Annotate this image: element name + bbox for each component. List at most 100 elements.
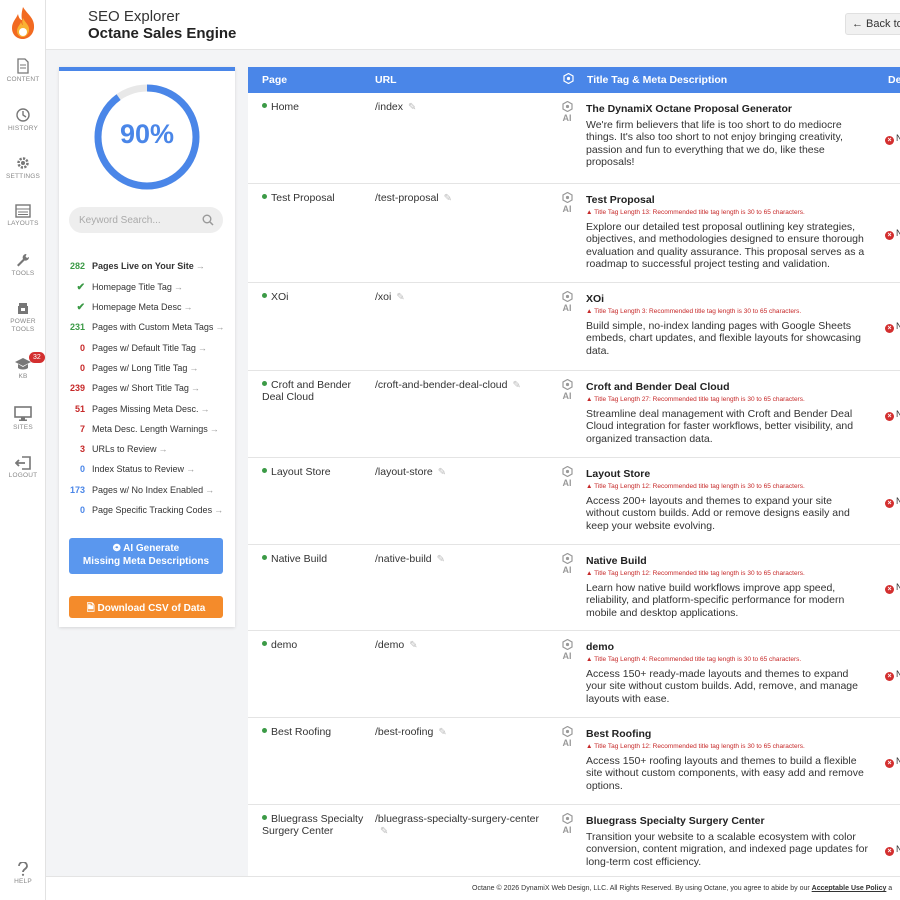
pencil-icon[interactable]: ✎ [409,640,417,651]
stat-row[interactable]: 282 Pages Live on Your Site → [59,261,235,279]
column-header-url[interactable]: URL [375,74,397,86]
table-row[interactable]: Native Build/native-build ✎ AI Native Build… [248,545,900,631]
table-row[interactable]: demo/demo ✎ AI demo ▲ Title Tag Length 4: Re… [248,631,900,718]
index-status-cell[interactable]: × N [885,321,900,333]
ai-generate-cell[interactable]: AI [557,553,577,575]
url-cell[interactable]: /test-proposal ✎ [375,192,551,205]
url-cell[interactable]: /bluegrass-specialty-surgery-center ✎ [375,813,551,838]
pencil-icon[interactable]: ✎ [444,193,452,204]
download-csv-button[interactable]: 🗎 Download CSV of Data [69,596,223,618]
table-row[interactable]: Best Roofing/best-roofing ✎ AI Best Roofing… [248,718,900,805]
stat-row[interactable]: 231 Pages with Custom Meta Tags → [59,322,235,340]
page-name-cell[interactable]: Best Roofing [262,726,374,738]
table-row[interactable]: Bluegrass Specialty Surgery Center/blueg… [248,805,900,876]
stat-row[interactable]: 51 Pages Missing Meta Desc. → [59,404,235,422]
column-header-status[interactable]: De [888,74,900,86]
url-cell[interactable]: /best-roofing ✎ [375,726,551,739]
pencil-icon[interactable]: ✎ [438,727,446,738]
rail-item-content[interactable]: CONTENT [0,58,46,84]
rail-item-help[interactable]: HELP [0,862,46,886]
stat-row[interactable]: 0 Pages w/ Long Title Tag → [59,363,235,381]
ai-generate-cell[interactable]: AI [557,466,577,488]
table-row[interactable]: Croft and Bender Deal Cloud/croft-and-be… [248,371,900,458]
rail-item-sites[interactable]: SITES [0,406,46,432]
url-cell[interactable]: /native-build ✎ [375,553,551,566]
url-cell[interactable]: /xoi ✎ [375,291,551,304]
column-header-meta[interactable]: Title Tag & Meta Description [587,74,727,86]
rail-item-history[interactable]: HISTORY [0,107,46,133]
page-name-cell[interactable]: XOi [262,291,374,303]
meta-cell[interactable]: Croft and Bender Deal Cloud ▲ Title Tag L… [586,381,868,445]
table-row[interactable]: Home/index ✎ AI The DynamiX Octane Proposal… [248,93,900,184]
meta-cell[interactable]: Bluegrass Specialty Surgery Center Transi… [586,815,868,868]
ai-generate-button[interactable]: ⭗ AI Generate Missing Meta Descriptions [69,538,223,574]
back-button[interactable]: ← Back to [845,13,900,35]
stat-row[interactable]: ✔ Homepage Title Tag → [59,282,235,300]
ai-generate-cell[interactable]: AI [557,192,577,214]
page-name-cell[interactable]: Native Build [262,553,374,565]
ai-generate-cell[interactable]: AI [557,726,577,748]
stat-row[interactable]: 0 Pages w/ Default Title Tag → [59,343,235,361]
index-status: N [896,756,900,766]
rail-item-logout[interactable]: LOGOUT [0,456,46,480]
page-name-cell[interactable]: Home [262,101,374,113]
acceptable-use-policy-link[interactable]: Acceptable Use Policy [812,885,887,892]
page-name-cell[interactable]: Croft and Bender Deal Cloud [262,379,374,403]
rail-item-layouts[interactable]: LAYOUTS [0,204,46,228]
index-status-cell[interactable]: × N [885,669,900,681]
table-row[interactable]: XOi/xoi ✎ AI XOi ▲ Title Tag Length 3: Recom… [248,283,900,371]
url-cell[interactable]: /layout-store ✎ [375,466,551,479]
index-status-cell[interactable]: × N [885,496,900,508]
stat-row[interactable]: 239 Pages w/ Short Title Tag → [59,383,235,401]
stat-row[interactable]: 173 Pages w/ No Index Enabled → [59,485,235,503]
url-cell[interactable]: /demo ✎ [375,639,551,652]
stat-row[interactable]: 0 Index Status to Review → [59,464,235,482]
rail-item-kb[interactable]: 32 KB [0,352,46,381]
stat-row[interactable]: 3 URLs to Review → [59,444,235,462]
table-row[interactable]: Test Proposal/test-proposal ✎ AI Test Propo… [248,184,900,283]
rail-item-power-tools[interactable]: POWER TOOLS [0,300,46,334]
pencil-icon[interactable]: ✎ [396,292,404,303]
stat-row[interactable]: 7 Meta Desc. Length Warnings → [59,424,235,442]
ai-generate-cell[interactable]: AI [557,639,577,661]
meta-cell[interactable]: Native Build ▲ Title Tag Length 12: Recom… [586,555,868,619]
ai-generate-cell[interactable]: AI [557,101,577,123]
title-tag: demo [586,641,615,653]
pencil-icon[interactable]: ✎ [437,554,445,565]
url-cell[interactable]: /index ✎ [375,101,551,114]
page-name-cell[interactable]: Layout Store [262,466,374,478]
pencil-icon[interactable]: ✎ [380,826,388,837]
table-row[interactable]: Layout Store/layout-store ✎ AI Layout Store… [248,458,900,545]
index-status-cell[interactable]: × N [885,133,900,145]
meta-cell[interactable]: The DynamiX Octane Proposal Generator We'… [586,103,868,168]
meta-cell[interactable]: Test Proposal ▲ Title Tag Length 13: Reco… [586,194,868,270]
index-status-cell[interactable]: × N [885,228,900,240]
title-length-warning: ▲ Title Tag Length 12: Recommended title… [586,570,805,577]
page-name-cell[interactable]: Test Proposal [262,192,374,204]
column-header-page[interactable]: Page [262,74,287,86]
ai-generate-cell[interactable]: AI [557,291,577,313]
index-status-cell[interactable]: × N [885,582,900,594]
rail-item-tools[interactable]: TOOLS [0,252,46,278]
index-status-cell[interactable]: × N [885,756,900,768]
stat-row[interactable]: ✔ Homepage Meta Desc → [59,302,235,320]
ai-generate-cell[interactable]: AI [557,813,577,835]
meta-cell[interactable]: XOi ▲ Title Tag Length 3: Recommended tit… [586,293,868,357]
page-name-cell[interactable]: demo [262,639,374,651]
rail-item-settings[interactable]: SETTINGS [0,155,46,181]
keyword-search-input[interactable] [69,207,189,233]
index-status-cell[interactable]: × N [885,844,900,856]
index-status-cell[interactable]: × N [885,409,900,421]
search-icon[interactable] [202,214,214,226]
meta-cell[interactable]: Layout Store ▲ Title Tag Length 12: Recom… [586,468,868,532]
page-name-cell[interactable]: Bluegrass Specialty Surgery Center [262,813,374,837]
pencil-icon[interactable]: ✎ [438,467,446,478]
meta-cell[interactable]: Best Roofing ▲ Title Tag Length 12: Recom… [586,728,868,792]
ai-generate-cell[interactable]: AI [557,379,577,401]
stat-row[interactable]: 0 Page Specific Tracking Codes → [59,505,235,523]
url-cell[interactable]: /croft-and-bender-deal-cloud ✎ [375,379,551,392]
flame-logo-icon[interactable] [9,6,37,40]
meta-cell[interactable]: demo ▲ Title Tag Length 4: Recommended ti… [586,641,868,705]
pencil-icon[interactable]: ✎ [408,102,416,113]
pencil-icon[interactable]: ✎ [513,380,521,391]
